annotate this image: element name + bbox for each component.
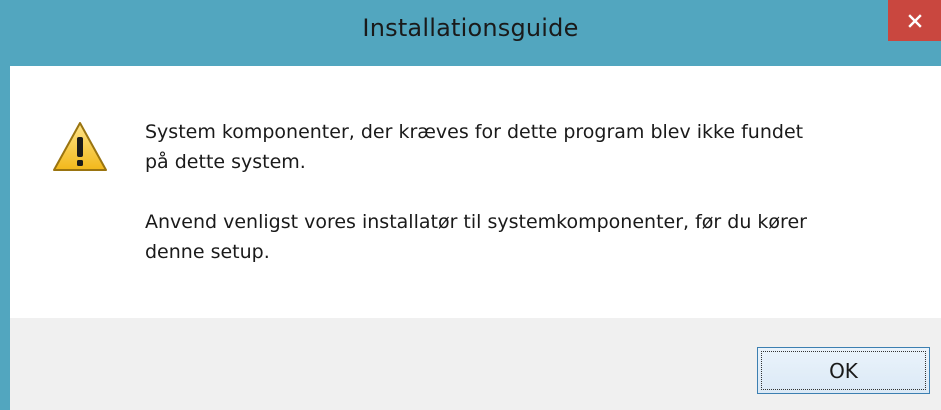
close-button[interactable] (888, 0, 941, 41)
ok-button[interactable]: OK (757, 347, 930, 394)
close-icon (907, 13, 922, 28)
message-paragraph-1: System komponenter, der kræves for dette… (145, 121, 804, 173)
dialog-client-area: System komponenter, der kræves for dette… (10, 66, 941, 410)
title-bar[interactable]: Installationsguide (0, 0, 941, 66)
warning-icon (52, 121, 108, 173)
message-paragraph-2: Anvend venligst vores installatør til sy… (145, 211, 807, 263)
message-area: System komponenter, der kræves for dette… (10, 66, 941, 318)
button-bar: OK (10, 318, 941, 410)
ok-button-label: OK (829, 358, 858, 383)
window-title: Installationsguide (362, 14, 579, 42)
message-text: System komponenter, der kræves for dette… (145, 117, 905, 297)
dialog-window: Installationsguide System komponenter, d… (0, 0, 941, 410)
